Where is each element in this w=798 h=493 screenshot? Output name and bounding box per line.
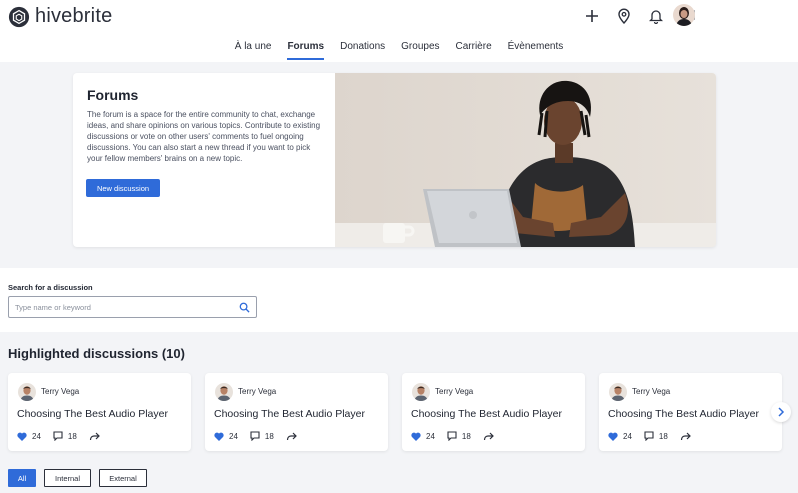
discussion-card[interactable]: Terry Vega Choosing The Best Audio Playe… (402, 373, 585, 451)
heart-icon (608, 432, 618, 441)
nav-item-forums[interactable]: Forums (287, 38, 325, 60)
share-icon (483, 432, 494, 440)
discussion-title[interactable]: Choosing The Best Audio Player (214, 408, 365, 420)
discussion-title[interactable]: Choosing The Best Audio Player (411, 408, 562, 420)
new-discussion-button[interactable]: New discussion (86, 179, 160, 197)
comments-count: 18 (461, 431, 471, 441)
heart-icon (411, 432, 421, 441)
discussion-title[interactable]: Choosing The Best Audio Player (17, 408, 168, 420)
share-button[interactable] (286, 432, 302, 441)
filter-all[interactable]: All (8, 469, 36, 487)
brand-name: hivebrite (35, 5, 113, 27)
comments-stat[interactable]: 18 (250, 431, 274, 441)
nav-item-career[interactable]: Carrière (456, 38, 492, 60)
location-pin-icon[interactable] (614, 6, 634, 26)
share-button[interactable] (483, 432, 499, 441)
comments-count: 18 (67, 431, 77, 441)
discussion-card[interactable]: Terry Vega Choosing The Best Audio Playe… (205, 373, 388, 451)
comment-icon (250, 431, 260, 441)
search-box (8, 296, 257, 318)
page-title: Forums (87, 87, 139, 103)
likes-count: 24 (623, 431, 632, 441)
search-input[interactable] (15, 300, 235, 314)
hexagon-logo-icon (8, 6, 30, 27)
author-avatar (18, 383, 36, 401)
heart-icon (17, 432, 27, 441)
hero-description: The forum is a space for the entire comm… (87, 110, 321, 163)
comment-icon (447, 431, 457, 441)
bell-icon[interactable] (646, 6, 666, 26)
highlighted-title: Highlighted discussions (10) (8, 346, 185, 361)
nav-item-events[interactable]: Évènements (508, 38, 564, 60)
chevron-right-icon (778, 407, 785, 417)
share-button[interactable] (89, 432, 105, 441)
carousel-next-button[interactable] (771, 402, 791, 422)
comments-stat[interactable]: 18 (53, 431, 77, 441)
comment-icon (53, 431, 63, 441)
top-header: hivebrite À la une Forums Donations Grou… (0, 0, 798, 62)
discussion-stats: 24 18 (411, 431, 511, 441)
hero-photo (335, 73, 716, 247)
likes-count: 24 (32, 431, 41, 441)
nav-item-groups[interactable]: Groupes (401, 38, 439, 60)
author-avatar (412, 383, 430, 401)
discussion-card[interactable]: Terry Vega Choosing The Best Audio Playe… (8, 373, 191, 451)
comments-stat[interactable]: 18 (447, 431, 471, 441)
discussion-filters: All Internal External (8, 469, 155, 487)
search-section: Search for a discussion (0, 268, 798, 332)
nav-item-donations[interactable]: Donations (340, 38, 385, 60)
author-avatar (609, 383, 627, 401)
discussion-stats: 24 18 (214, 431, 314, 441)
comment-icon (644, 431, 654, 441)
comments-count: 18 (264, 431, 274, 441)
filter-internal[interactable]: Internal (44, 469, 91, 487)
share-icon (680, 432, 691, 440)
likes-stat[interactable]: 24 (17, 432, 41, 441)
nav-item-home[interactable]: À la une (235, 38, 272, 60)
hero-text: Forums The forum is a space for the enti… (87, 87, 327, 164)
main-nav: À la une Forums Donations Groupes Carriè… (0, 38, 798, 62)
search-icon[interactable] (239, 302, 250, 313)
author-name[interactable]: Terry Vega (632, 387, 670, 396)
author-name[interactable]: Terry Vega (435, 387, 473, 396)
discussion-title[interactable]: Choosing The Best Audio Player (608, 408, 759, 420)
likes-stat[interactable]: 24 (214, 432, 238, 441)
likes-stat[interactable]: 24 (608, 432, 632, 441)
discussion-stats: 24 18 (17, 431, 117, 441)
discussion-stats: 24 18 (608, 431, 708, 441)
share-icon (286, 432, 297, 440)
comments-stat[interactable]: 18 (644, 431, 668, 441)
comments-count: 18 (658, 431, 668, 441)
forums-hero: Forums The forum is a space for the enti… (73, 73, 716, 247)
author-name[interactable]: Terry Vega (238, 387, 276, 396)
likes-count: 24 (426, 431, 435, 441)
discussion-card[interactable]: Terry Vega Choosing The Best Audio Playe… (599, 373, 782, 451)
author-name[interactable]: Terry Vega (41, 387, 79, 396)
search-label: Search for a discussion (8, 283, 93, 292)
user-avatar[interactable] (673, 4, 695, 26)
brand-logo[interactable]: hivebrite (8, 5, 112, 28)
likes-count: 24 (229, 431, 238, 441)
share-icon (89, 432, 100, 440)
share-button[interactable] (680, 432, 696, 441)
heart-icon (214, 432, 224, 441)
likes-stat[interactable]: 24 (411, 432, 435, 441)
filter-external[interactable]: External (99, 469, 147, 487)
author-avatar (215, 383, 233, 401)
plus-icon[interactable] (582, 6, 602, 26)
